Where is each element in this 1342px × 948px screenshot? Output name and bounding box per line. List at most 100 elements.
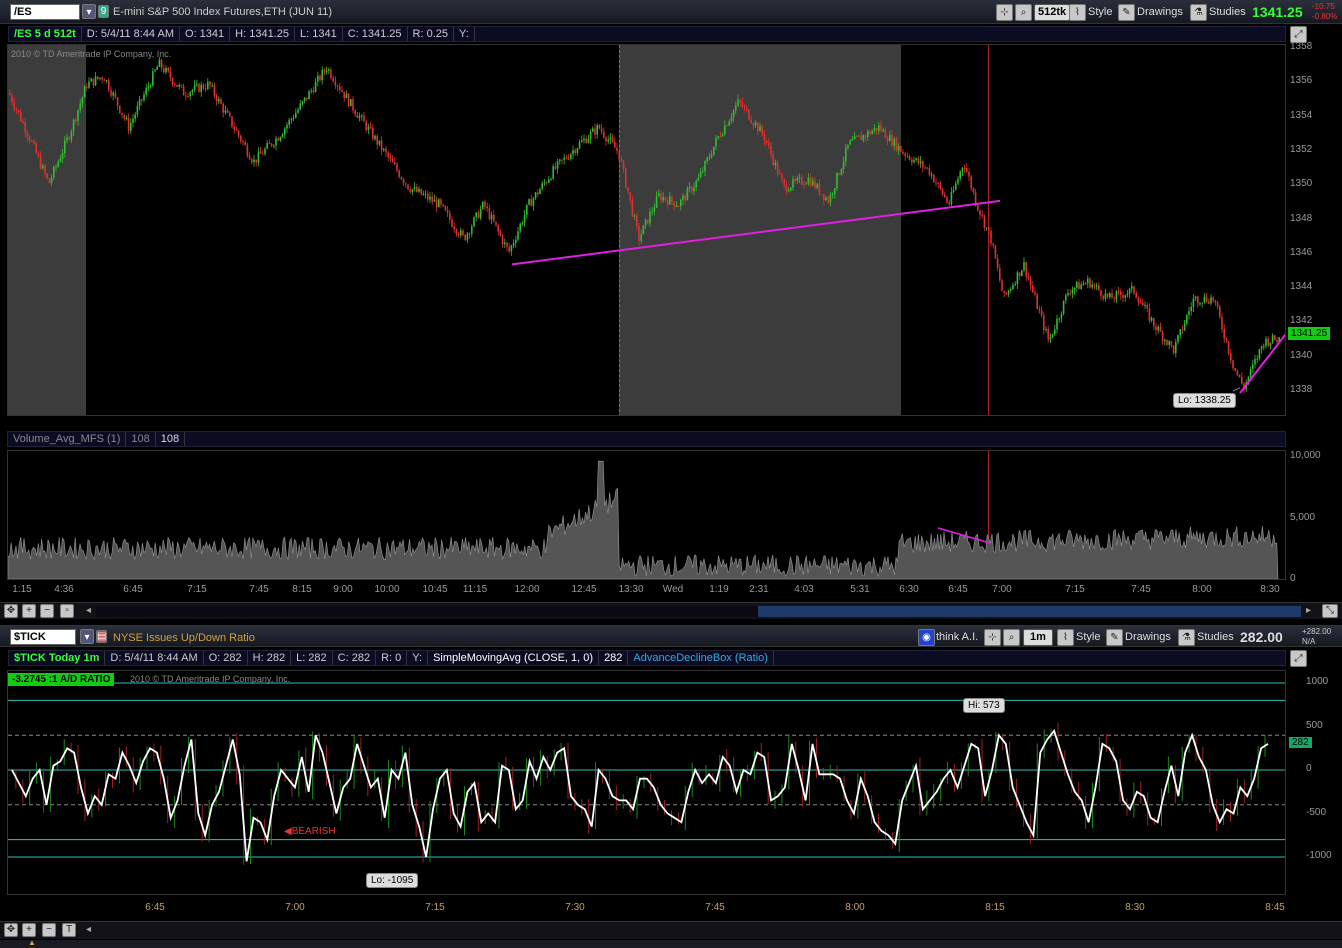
candle-body xyxy=(1056,318,1058,330)
info-open: O: 1341 xyxy=(180,27,231,41)
price-tick: 1342 xyxy=(1290,315,1313,327)
candle-body xyxy=(407,184,409,190)
top-scroll-track[interactable] xyxy=(96,606,1301,617)
collapse-icon[interactable]: ⤡ xyxy=(1322,604,1338,618)
crosshair-icon[interactable]: ⊹ xyxy=(996,4,1013,21)
think-ai-icon[interactable]: ◉ xyxy=(918,629,935,646)
candle-body xyxy=(904,153,906,157)
trendline[interactable] xyxy=(511,199,1001,266)
bearish-arrow-icon: ◀ xyxy=(284,826,292,837)
style-button[interactable]: Style xyxy=(1088,6,1112,18)
timeframe-button[interactable]: 512tk xyxy=(1034,4,1071,21)
candle-body xyxy=(598,125,601,129)
reset-zoom-icon[interactable]: ▫ xyxy=(60,604,74,618)
studies-button[interactable]: Studies xyxy=(1209,6,1246,18)
candle-body xyxy=(774,162,777,165)
tick-style-icon[interactable]: ⌇ xyxy=(1057,629,1074,646)
candle-body xyxy=(312,90,315,93)
style-icon[interactable]: ⌇ xyxy=(1069,4,1086,21)
candle-body xyxy=(380,140,383,151)
candle-body xyxy=(842,161,845,169)
tick-scroll-left-icon[interactable]: ◂ xyxy=(86,924,91,935)
candle-body xyxy=(644,219,647,226)
volume-study-v1: 108 xyxy=(126,432,156,446)
candle-body xyxy=(691,186,693,192)
drawings-icon[interactable]: ✎ xyxy=(1118,4,1135,21)
tick-symbol-input[interactable]: $TICK xyxy=(10,629,76,645)
tick-crosshair-icon[interactable]: ⊹ xyxy=(984,629,1001,646)
symbol-input[interactable]: /ES xyxy=(10,4,80,20)
think-ai-button[interactable]: think A.I. xyxy=(936,631,978,643)
resize-grip-icon[interactable]: ▲ xyxy=(28,938,36,947)
tick-zoom-in-icon[interactable]: + xyxy=(22,923,36,937)
scroll-right-icon[interactable]: ▸ xyxy=(1306,605,1311,616)
candle-body xyxy=(985,227,988,229)
tick-drawings-button[interactable]: Drawings xyxy=(1125,631,1171,643)
zoom-in-icon[interactable]: + xyxy=(22,604,36,618)
tick-pan-icon[interactable]: ✥ xyxy=(4,923,18,937)
candle-body xyxy=(37,153,40,156)
top-scroll-thumb[interactable] xyxy=(758,606,1301,617)
pan-icon[interactable]: ✥ xyxy=(4,604,18,618)
candle-body xyxy=(1100,290,1102,297)
tick-zoom-out-icon[interactable]: − xyxy=(42,923,56,937)
candle-body xyxy=(1087,278,1089,284)
candle-body xyxy=(1139,302,1142,304)
zoom-out-icon[interactable]: − xyxy=(40,604,54,618)
tick-info-adbox: AdvanceDeclineBox (Ratio) xyxy=(628,651,774,665)
volume-study-header: Volume_Avg_MFS (1) 108 108 xyxy=(7,431,1286,447)
tick-zoom-icon[interactable]: ⌕ xyxy=(1003,629,1020,646)
tick-studies-button[interactable]: Studies xyxy=(1197,631,1234,643)
candle-body xyxy=(1089,278,1091,288)
candle-body xyxy=(605,137,607,142)
candle-body xyxy=(787,190,790,192)
candle-body xyxy=(521,223,524,225)
volume-chart-area[interactable] xyxy=(7,450,1286,580)
tick-text-icon[interactable]: T xyxy=(62,923,76,937)
tick-link-icon[interactable]: ▤ xyxy=(96,630,107,643)
candle-body xyxy=(211,85,213,87)
candle-body xyxy=(620,158,623,162)
candle-body xyxy=(860,135,862,141)
candle-body xyxy=(290,118,293,120)
studies-icon[interactable]: ⚗ xyxy=(1190,4,1207,21)
candle-body xyxy=(618,150,620,159)
time-tick: 1:15 xyxy=(12,584,32,595)
time-tick: Wed xyxy=(662,584,684,595)
candle-body xyxy=(1252,364,1254,369)
tick-symbol-dropdown-icon[interactable]: ▾ xyxy=(80,629,94,644)
tick-time-label: 7:30 xyxy=(565,902,585,913)
tick-studies-icon[interactable]: ⚗ xyxy=(1178,629,1195,646)
tick-timeframe-button[interactable]: 1m xyxy=(1023,629,1053,646)
candle-body xyxy=(1043,315,1045,331)
candle-body xyxy=(583,138,585,141)
candle-body xyxy=(1117,291,1120,293)
candle-body xyxy=(306,97,308,100)
tick-price-tag: 282 xyxy=(1289,737,1312,748)
candle-body xyxy=(1212,297,1214,301)
candle-body xyxy=(152,71,154,86)
candle-body xyxy=(317,75,319,82)
candle-body xyxy=(554,166,557,169)
drawings-button[interactable]: Drawings xyxy=(1137,6,1183,18)
zoom-icon[interactable]: ⌕ xyxy=(1015,4,1032,21)
candle-body xyxy=(1027,276,1030,279)
volume-study-name[interactable]: Volume_Avg_MFS (1) xyxy=(8,432,127,446)
scroll-left-icon[interactable]: ◂ xyxy=(86,605,91,616)
candle-body xyxy=(385,148,387,153)
tick-time-label: 8:15 xyxy=(985,902,1005,913)
tick-expand-icon[interactable]: ⤢ xyxy=(1290,650,1307,667)
candle-body xyxy=(757,122,759,132)
tick-style-button[interactable]: Style xyxy=(1076,631,1100,643)
link-number-badge[interactable]: 9 xyxy=(98,5,109,18)
candle-body xyxy=(279,137,282,141)
tick-chart-area[interactable]: -3.2745 :1 A/D RATIO 2010 © TD Ameritrad… xyxy=(7,670,1286,895)
tick-drawings-icon[interactable]: ✎ xyxy=(1106,629,1123,646)
candle-body xyxy=(268,143,271,145)
candle-body xyxy=(125,118,128,120)
candle-body xyxy=(1223,329,1225,339)
symbol-dropdown-icon[interactable]: ▾ xyxy=(82,4,96,19)
candle-body xyxy=(497,225,499,232)
candle-body xyxy=(1104,293,1107,299)
price-chart-area[interactable]: 2010 © TD Ameritrade IP Company, Inc. Lo… xyxy=(7,44,1286,416)
